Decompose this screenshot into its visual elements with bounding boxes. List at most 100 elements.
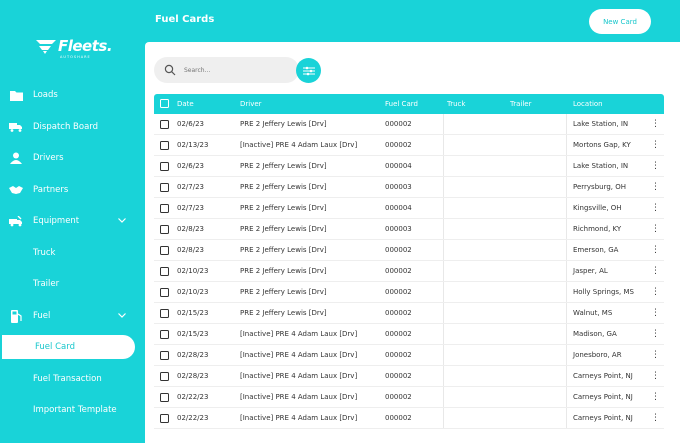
cell-date: 02/7/23 xyxy=(177,183,204,191)
sidebar-item-fuel-transaction[interactable]: Fuel Transaction xyxy=(0,367,145,391)
sidebar-item-fuel-card[interactable]: Fuel Card xyxy=(2,335,135,359)
sidebar-item-label: Fuel xyxy=(33,311,51,321)
sidebar-item-equipment[interactable]: Equipment xyxy=(0,209,145,233)
column-header-location[interactable]: Location xyxy=(573,100,603,108)
cell-date: 02/15/23 xyxy=(177,330,209,338)
cell-date: 02/15/23 xyxy=(177,309,209,317)
cell-location: Holly Springs, MS xyxy=(573,288,634,296)
table-row[interactable]: 02/8/23 PRE 2 Jeffery Lewis [Drv] 000003 Ri… xyxy=(154,219,664,240)
more-vertical-icon[interactable]: ⋮ xyxy=(651,414,660,423)
cell-fuel-card: 000002 xyxy=(385,120,412,128)
sidebar-item-partners[interactable]: Partners xyxy=(0,178,145,202)
more-vertical-icon[interactable]: ⋮ xyxy=(651,372,660,381)
cell-location: Lake Station, IN xyxy=(573,120,629,128)
new-card-button[interactable]: New Card xyxy=(589,9,651,34)
column-header-date[interactable]: Date xyxy=(177,100,194,108)
table-row[interactable]: 02/13/23 [Inactive] PRE 4 Adam Laux [Drv]… xyxy=(154,135,664,156)
cell-date: 02/22/23 xyxy=(177,393,209,401)
cell-driver: PRE 2 Jeffery Lewis [Drv] xyxy=(240,183,327,191)
more-vertical-icon[interactable]: ⋮ xyxy=(651,267,660,276)
cell-location: Perrysburg, OH xyxy=(573,183,627,191)
table-row[interactable]: 02/6/23 PRE 2 Jeffery Lewis [Drv] 000004 La… xyxy=(154,156,664,177)
table-row[interactable]: 02/10/23 PRE 2 Jeffery Lewis [Drv] 000002 H… xyxy=(154,282,664,303)
sidebar-item-truck[interactable]: Truck xyxy=(0,241,145,265)
sidebar-item-fuel[interactable]: Fuel xyxy=(0,304,145,328)
row-checkbox[interactable] xyxy=(160,120,169,129)
row-checkbox[interactable] xyxy=(160,183,169,192)
table-row[interactable]: 02/28/23 [Inactive] PRE 4 Adam Laux [Drv]… xyxy=(154,366,664,387)
row-checkbox[interactable] xyxy=(160,393,169,402)
row-checkbox[interactable] xyxy=(160,141,169,150)
chevron-down-icon[interactable] xyxy=(118,311,126,321)
more-vertical-icon[interactable]: ⋮ xyxy=(651,225,660,234)
more-vertical-icon[interactable]: ⋮ xyxy=(651,183,660,192)
sidebar-item-drivers[interactable]: Drivers xyxy=(0,146,145,170)
sidebar-item-loads[interactable]: Loads xyxy=(0,83,145,107)
column-header-fuel-card[interactable]: Fuel Card xyxy=(385,100,418,108)
table-row[interactable]: 02/15/23 PRE 2 Jeffery Lewis [Drv] 000002 W… xyxy=(154,303,664,324)
table-row[interactable]: 02/6/23 PRE 2 Jeffery Lewis [Drv] 000002 La… xyxy=(154,114,664,135)
fleets-logo[interactable]: Fleets. AUTOSHARE xyxy=(34,37,113,59)
sidebar-item-important-template[interactable]: Important Template xyxy=(0,398,145,422)
row-checkbox[interactable] xyxy=(160,309,169,318)
table-row[interactable]: 02/22/23 [Inactive] PRE 4 Adam Laux [Drv]… xyxy=(154,387,664,408)
logo-subtext: AUTOSHARE xyxy=(60,55,91,59)
table-row[interactable]: 02/15/23 [Inactive] PRE 4 Adam Laux [Drv]… xyxy=(154,324,664,345)
sidebar-item-dispatch-board[interactable]: Dispatch Board xyxy=(0,115,145,139)
filter-button[interactable] xyxy=(296,58,321,83)
column-header-trailer[interactable]: Trailer xyxy=(510,100,532,108)
row-checkbox[interactable] xyxy=(160,330,169,339)
row-checkbox[interactable] xyxy=(160,414,169,423)
cell-driver: PRE 2 Jeffery Lewis [Drv] xyxy=(240,246,327,254)
table-row[interactable]: 02/7/23 PRE 2 Jeffery Lewis [Drv] 000003 Pe… xyxy=(154,177,664,198)
more-vertical-icon[interactable]: ⋮ xyxy=(651,288,660,297)
table-row[interactable]: 02/22/23 [Inactive] PRE 4 Adam Laux [Drv]… xyxy=(154,408,664,429)
more-vertical-icon[interactable]: ⋮ xyxy=(651,120,660,129)
logo-mark-icon xyxy=(36,40,56,54)
handshake-icon xyxy=(9,183,23,197)
row-checkbox[interactable] xyxy=(160,225,169,234)
sidebar-item-trailer[interactable]: Trailer xyxy=(0,272,145,296)
more-vertical-icon[interactable]: ⋮ xyxy=(651,393,660,402)
table-row[interactable]: 02/28/23 [Inactive] PRE 4 Adam Laux [Drv]… xyxy=(154,345,664,366)
cell-driver: [Inactive] PRE 4 Adam Laux [Drv] xyxy=(240,393,358,401)
row-checkbox[interactable] xyxy=(160,351,169,360)
table-row[interactable]: 02/8/23 PRE 2 Jeffery Lewis [Drv] 000002 Em… xyxy=(154,240,664,261)
cell-date: 02/28/23 xyxy=(177,372,209,380)
more-vertical-icon[interactable]: ⋮ xyxy=(651,246,660,255)
chevron-down-icon[interactable] xyxy=(118,216,126,226)
table-row[interactable]: 02/7/23 PRE 2 Jeffery Lewis [Drv] 000004 Ki… xyxy=(154,198,664,219)
cell-driver: PRE 2 Jeffery Lewis [Drv] xyxy=(240,162,327,170)
search-input[interactable] xyxy=(184,63,289,77)
more-vertical-icon[interactable]: ⋮ xyxy=(651,330,660,339)
cell-date: 02/10/23 xyxy=(177,267,209,275)
table-header: Date Driver Fuel Card Truck Trailer Loca… xyxy=(154,94,664,114)
cell-driver: PRE 2 Jeffery Lewis [Drv] xyxy=(240,225,327,233)
cell-date: 02/10/23 xyxy=(177,288,209,296)
more-vertical-icon[interactable]: ⋮ xyxy=(651,162,660,171)
cell-driver: PRE 2 Jeffery Lewis [Drv] xyxy=(240,288,327,296)
table-row[interactable]: 02/10/23 PRE 2 Jeffery Lewis [Drv] 000002 J… xyxy=(154,261,664,282)
search-box[interactable] xyxy=(154,57,299,83)
more-vertical-icon[interactable]: ⋮ xyxy=(651,309,660,318)
column-header-driver[interactable]: Driver xyxy=(240,100,262,108)
row-checkbox[interactable] xyxy=(160,267,169,276)
cell-location: Carneys Point, NJ xyxy=(573,393,633,401)
sidebar-item-label: Drivers xyxy=(33,153,64,163)
column-header-truck[interactable]: Truck xyxy=(447,100,465,108)
select-all-checkbox[interactable] xyxy=(160,99,169,108)
more-vertical-icon[interactable]: ⋮ xyxy=(651,204,660,213)
row-checkbox[interactable] xyxy=(160,288,169,297)
folder-icon xyxy=(9,88,23,102)
cell-date: 02/22/23 xyxy=(177,414,209,422)
row-checkbox[interactable] xyxy=(160,372,169,381)
cell-fuel-card: 000002 xyxy=(385,330,412,338)
more-vertical-icon[interactable]: ⋮ xyxy=(651,141,660,150)
main-panel: Date Driver Fuel Card Truck Trailer Loca… xyxy=(145,42,680,443)
row-checkbox[interactable] xyxy=(160,204,169,213)
sidebar-item-label: Dispatch Board xyxy=(33,122,99,132)
row-checkbox[interactable] xyxy=(160,162,169,171)
cell-driver: PRE 2 Jeffery Lewis [Drv] xyxy=(240,120,327,128)
more-vertical-icon[interactable]: ⋮ xyxy=(651,351,660,360)
row-checkbox[interactable] xyxy=(160,246,169,255)
